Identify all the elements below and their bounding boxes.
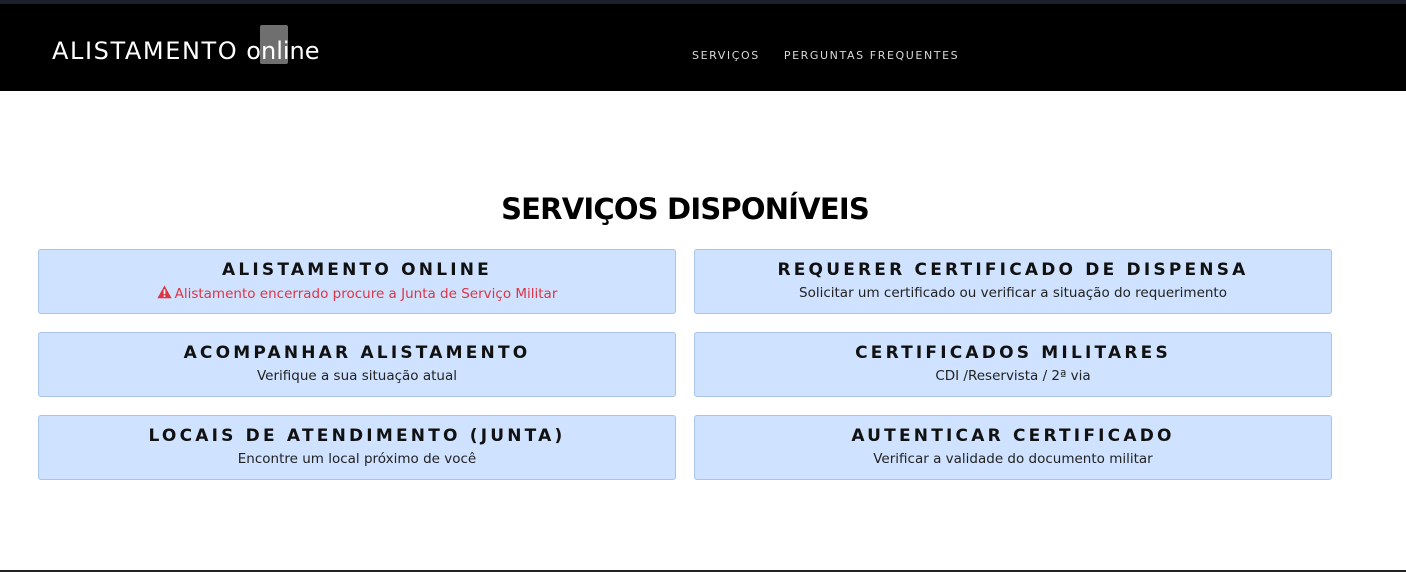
card-description: Alistamento encerrado procure a Junta de… — [174, 286, 558, 302]
card-title: ACOMPANHAR ALISTAMENTO — [183, 343, 531, 363]
nav-menu: SERVIÇOS PERGUNTAS FREQUENTES — [692, 49, 959, 62]
card-title: LOCAIS DE ATENDIMENTO (JUNTA) — [148, 426, 566, 446]
card-description: Verifique a sua situação atual — [256, 368, 458, 384]
card-description: Encontre um local próximo de você — [237, 451, 477, 467]
card-title: REQUERER CERTIFICADO DE DISPENSA — [777, 260, 1249, 280]
service-card-locais-atendimento[interactable]: LOCAIS DE ATENDIMENTO (JUNTA) Encontre u… — [38, 415, 676, 480]
card-description: CDI /Reservista / 2ª via — [935, 368, 1091, 384]
card-title: CERTIFICADOS MILITARES — [855, 343, 1171, 363]
card-description: Verificar a validade do documento milita… — [873, 451, 1153, 467]
nav-link-perguntas-frequentes[interactable]: PERGUNTAS FREQUENTES — [784, 49, 959, 62]
nav-link-servicos[interactable]: SERVIÇOS — [692, 49, 760, 62]
service-card-alistamento-online[interactable]: ALISTAMENTO ONLINE Alistamento encerrado… — [38, 249, 676, 314]
warning-triangle-icon — [157, 285, 172, 299]
navbar: ALISTAMENTO online SERVIÇOS PERGUNTAS FRE… — [0, 4, 1406, 91]
card-title: ALISTAMENTO ONLINE — [222, 260, 492, 280]
brand-logo[interactable]: ALISTAMENTO online — [52, 39, 320, 63]
service-card-requerer-certificado[interactable]: REQUERER CERTIFICADO DE DISPENSA Solicit… — [694, 249, 1332, 314]
card-title: AUTENTICAR CERTIFICADO — [851, 426, 1175, 446]
brand-text-online: online — [246, 37, 320, 65]
brand-text-alistamento: ALISTAMENTO — [52, 37, 239, 65]
card-alert-message: Alistamento encerrado procure a Junta de… — [39, 285, 675, 302]
page-title: SERVIÇOS DISPONÍVEIS — [501, 192, 870, 226]
service-card-certificados-militares[interactable]: CERTIFICADOS MILITARES CDI /Reservista /… — [694, 332, 1332, 397]
service-card-autenticar-certificado[interactable]: AUTENTICAR CERTIFICADO Verificar a valid… — [694, 415, 1332, 480]
service-card-acompanhar-alistamento[interactable]: ACOMPANHAR ALISTAMENTO Verifique a sua s… — [38, 332, 676, 397]
card-description: Solicitar um certificado ou verificar a … — [799, 285, 1227, 301]
